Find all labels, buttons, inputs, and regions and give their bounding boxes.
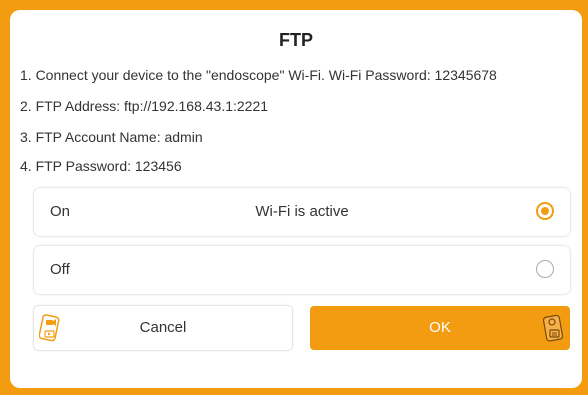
info-line-address: 2. FTP Address: ftp://192.168.43.1:2221 (20, 98, 269, 114)
wifi-status-text: Wi-Fi is active (255, 203, 349, 220)
radio-on[interactable] (536, 202, 554, 220)
option-off-label: Off (50, 261, 70, 278)
cancel-label: Cancel (139, 319, 187, 336)
ok-button[interactable]: OK (310, 306, 570, 350)
cancel-button[interactable]: Cancel (34, 306, 292, 350)
dialog-title: FTP (279, 30, 313, 50)
info-line-password: 4. FTP Password: 123456 (20, 158, 182, 174)
video-camera-card-icon (39, 314, 60, 342)
option-on[interactable]: On Wi-Fi is active (34, 188, 570, 236)
ftp-dialog: FTP 1. Connect your device to the "endos… (10, 10, 582, 388)
radio-off[interactable] (536, 260, 554, 278)
ok-label: OK (429, 319, 451, 336)
option-off[interactable]: Off (34, 246, 570, 294)
info-line-wifi: 1. Connect your device to the "endoscope… (20, 67, 497, 83)
info-line-account: 3. FTP Account Name: admin (20, 129, 203, 145)
camera-card-icon (543, 314, 564, 342)
